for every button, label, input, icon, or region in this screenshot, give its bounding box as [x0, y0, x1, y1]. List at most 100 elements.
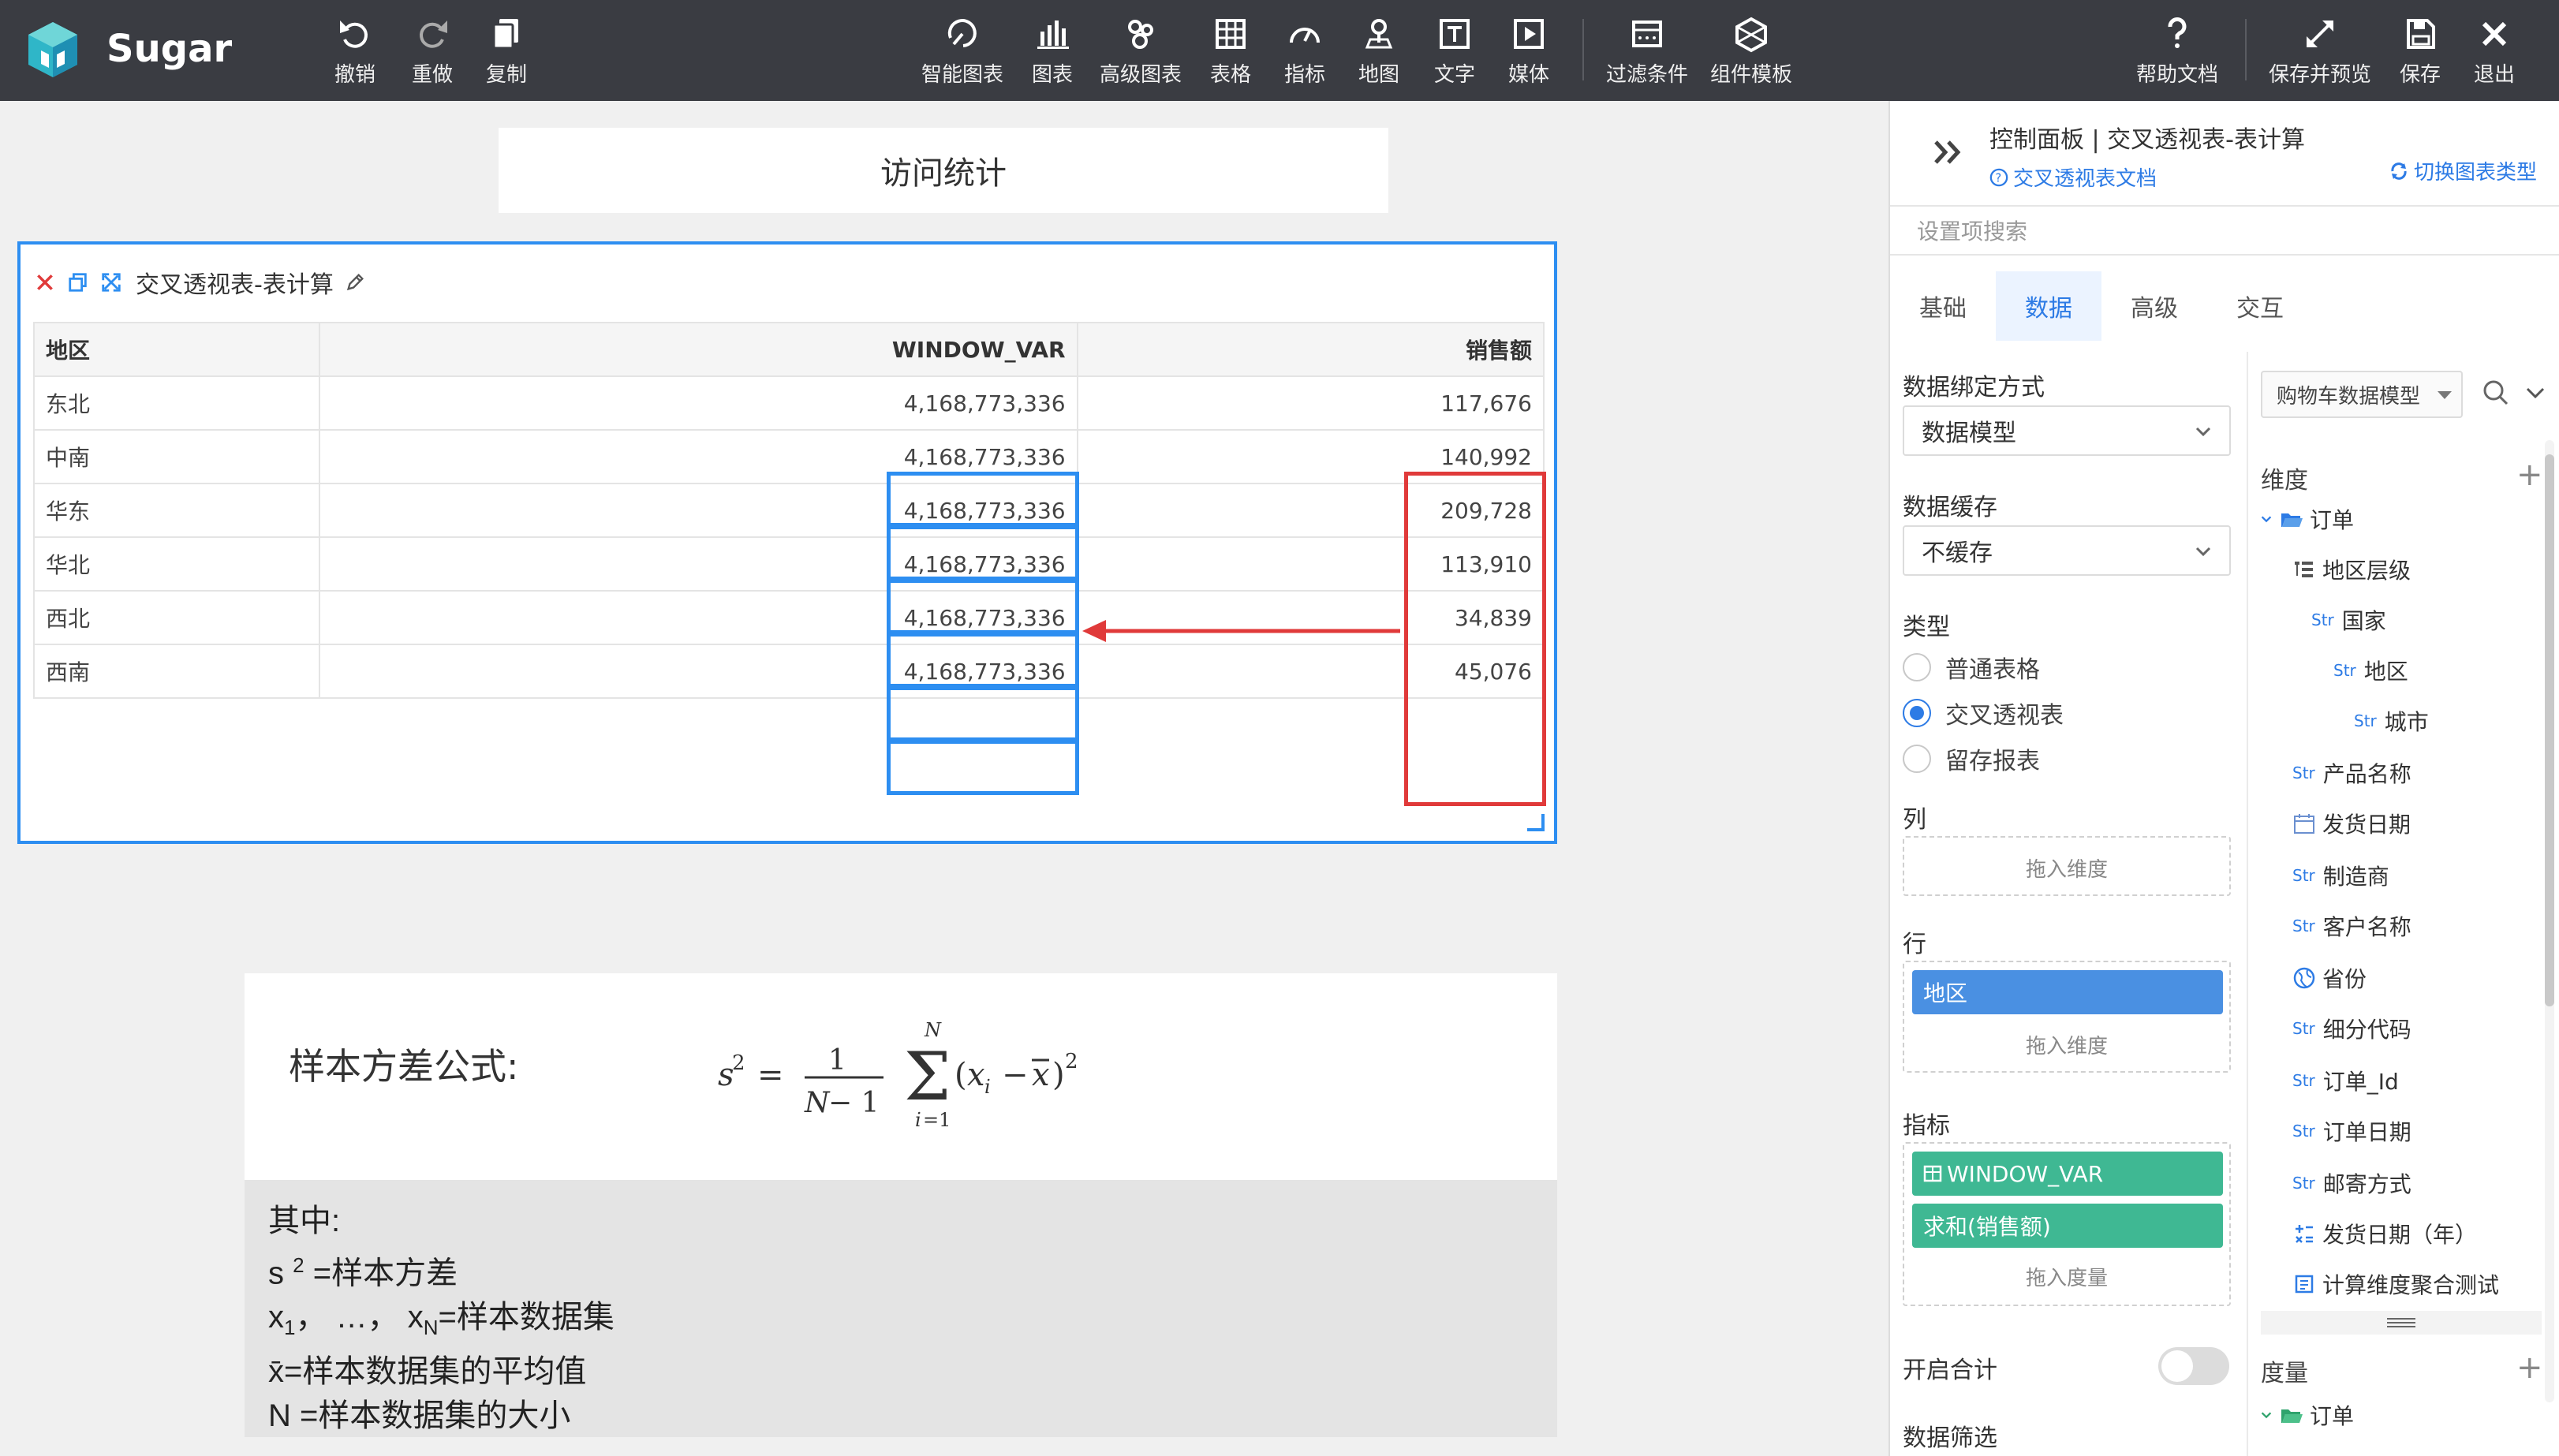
table-row: 华北 4,168,773,336 113,910 [33, 536, 1545, 592]
panel-tabs: 基础 数据 高级 交互 [1890, 271, 2559, 341]
chevron-down-icon [2195, 547, 2211, 557]
measure-folder-order[interactable]: 订单 [2259, 1399, 2354, 1431]
smart-chart-icon [947, 19, 977, 47]
help-button[interactable]: 帮助文档 [2136, 14, 2218, 90]
widget-header: 交叉透视表-表计算 [32, 263, 375, 301]
filter-button[interactable]: 过滤条件 [1606, 14, 1688, 90]
media-button[interactable]: 媒体 [1508, 14, 1549, 90]
type-radio-normal[interactable]: 普通表格 [1903, 650, 2040, 685]
dimension-item[interactable]: Str 邮寄方式 [2292, 1167, 2411, 1199]
tab-data[interactable]: 数据 [1996, 271, 2101, 341]
edit-pencil-icon[interactable] [342, 269, 368, 296]
metrics-dropzone[interactable]: WINDOW_VAR 求和(销售额) 拖入度量 [1903, 1142, 2231, 1306]
metric-chip-sum-sales[interactable]: 求和(销售额) [1912, 1204, 2223, 1248]
dimension-item[interactable]: Str 城市 [2354, 705, 2429, 737]
advanced-chart-button[interactable]: 高级图表 [1100, 14, 1182, 90]
settings-search-input[interactable]: 设置项搜索 [1890, 207, 2559, 256]
dropzone-hint: 拖入度量 [2025, 1267, 2108, 1290]
dimension-item[interactable]: 发货日期（年） [2292, 1218, 2477, 1249]
save-preview-button[interactable]: 保存并预览 [2269, 14, 2371, 90]
duplicate-icon[interactable] [65, 269, 92, 296]
dimension-item[interactable]: 发货日期 [2292, 808, 2411, 839]
dimension-item[interactable]: 省份 [2292, 962, 2367, 994]
text-button[interactable]: 文字 [1434, 14, 1475, 90]
dimension-item[interactable]: 地区层级 [2292, 554, 2411, 585]
map-pin-icon [1365, 19, 1393, 49]
add-measure-icon[interactable]: + [2516, 1352, 2543, 1383]
app-name: Sugar [106, 27, 233, 71]
map-button[interactable]: 地图 [1358, 14, 1399, 90]
window-var-cell: 4,168,773,336 [318, 483, 1078, 538]
dimension-folder-order[interactable]: 订单 [2259, 503, 2354, 535]
collapse-chevrons-icon[interactable] [1930, 133, 1969, 172]
dimension-item[interactable]: Str 国家 [2311, 604, 2386, 636]
dimension-item[interactable]: Str 订单日期 [2292, 1115, 2411, 1147]
undo-icon [340, 21, 368, 48]
exit-button[interactable]: 退出 [2474, 14, 2515, 90]
copy-icon [492, 19, 518, 50]
refresh-icon [2391, 162, 2407, 180]
delete-icon[interactable] [32, 269, 58, 296]
switch-chart-type-link[interactable]: 切换图表类型 [2389, 156, 2537, 185]
column-header[interactable]: WINDOW_VAR [318, 322, 1078, 377]
pivot-table-widget[interactable]: 交叉透视表-表计算 地区 WINDOW_VAR 销售额 东北 4,168,773… [17, 241, 1557, 844]
report-title[interactable]: 访问统计 [499, 128, 1388, 213]
dimension-item[interactable]: Str 订单_Id [2292, 1065, 2399, 1096]
metrics-label: 指标 [1903, 1112, 1950, 1140]
pivot-doc-link[interactable]: ? 交叉透视表文档 [1989, 162, 2157, 192]
copy-button[interactable]: 复制 [486, 14, 527, 90]
smart-chart-button[interactable]: 智能图表 [921, 14, 1003, 90]
column-header[interactable]: 销售额 [1076, 322, 1545, 377]
svg-text:i: i [984, 1076, 991, 1098]
fullscreen-icon[interactable] [98, 269, 125, 296]
data-model-select[interactable]: 购物车数据模型 [2261, 371, 2463, 418]
add-dimension-icon[interactable]: + [2516, 459, 2543, 491]
calculated-field-icon [2296, 1225, 2313, 1243]
binding-select[interactable]: 数据模型 [1903, 405, 2231, 456]
tab-advanced[interactable]: 高级 [2101, 271, 2207, 341]
redo-button[interactable]: 重做 [412, 14, 453, 90]
table-button[interactable]: 表格 [1210, 14, 1251, 90]
dimension-item[interactable]: Str 产品名称 [2292, 757, 2411, 789]
help-label: 帮助文档 [2136, 63, 2219, 87]
window-var-cell: 4,168,773,336 [318, 429, 1078, 484]
play-icon [1514, 19, 1544, 49]
tab-interaction[interactable]: 交互 [2207, 271, 2313, 341]
widget-title: 交叉透视表-表计算 [136, 271, 334, 299]
columns-label: 列 [1903, 806, 1926, 834]
rows-dropzone[interactable]: 地区 拖入维度 [1903, 961, 2231, 1073]
dimension-item[interactable]: Str 地区 [2333, 655, 2408, 686]
template-button[interactable]: 组件模板 [1710, 14, 1792, 90]
dimension-item[interactable]: 计算维度聚合测试 [2292, 1268, 2499, 1300]
window-var-cell: 4,168,773,336 [318, 375, 1078, 431]
tab-basic[interactable]: 基础 [1890, 271, 1996, 341]
column-header[interactable]: 地区 [33, 322, 320, 377]
redo-label: 重做 [412, 63, 454, 87]
row-chip-region[interactable]: 地区 [1912, 970, 2223, 1014]
window-var-cell: 4,168,773,336 [318, 536, 1078, 592]
metric-chip-window-var[interactable]: WINDOW_VAR [1912, 1152, 2223, 1196]
chevron-down-icon [2195, 427, 2211, 437]
svg-text:i: i [915, 1109, 921, 1131]
template-label: 组件模板 [1710, 63, 1793, 87]
metric-button[interactable]: 指标 [1284, 14, 1325, 90]
search-icon[interactable] [2480, 377, 2512, 409]
resize-divider-handle[interactable] [2261, 1311, 2542, 1335]
dimension-item[interactable]: Str 客户名称 [2292, 910, 2411, 942]
type-radio-pivot[interactable]: 交叉透视表 [1903, 696, 2064, 730]
save-button[interactable]: 保存 [2400, 14, 2441, 90]
cache-select[interactable]: 不缓存 [1903, 525, 2231, 576]
sales-cell: 209,728 [1076, 483, 1545, 538]
resize-handle[interactable] [1527, 814, 1545, 831]
chart-button[interactable]: 图表 [1032, 14, 1073, 90]
fields-scrollbar-thumb[interactable] [2545, 454, 2554, 1006]
undo-button[interactable]: 撤销 [334, 14, 375, 90]
dimension-item[interactable]: Str 制造商 [2292, 860, 2389, 891]
table-row: 西南 4,168,773,336 45,076 [33, 644, 1545, 699]
columns-dropzone[interactable]: 拖入维度 [1903, 836, 2231, 896]
notes-dataset-line: x1， …， xN=样本数据集 [268, 1300, 615, 1340]
total-toggle[interactable] [2158, 1347, 2229, 1385]
dimension-item[interactable]: Str 细分代码 [2292, 1013, 2411, 1044]
type-radio-retention[interactable]: 留存报表 [1903, 741, 2040, 776]
chevron-down-icon[interactable] [2520, 377, 2551, 409]
